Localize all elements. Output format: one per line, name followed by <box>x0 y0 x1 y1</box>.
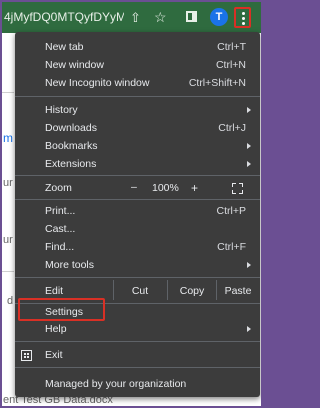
menu-item-find[interactable]: Find... Ctrl+F <box>15 238 260 256</box>
submenu-arrow-icon <box>247 143 251 149</box>
page-fragment: m <box>3 131 13 145</box>
menu-item-new-tab[interactable]: New tab Ctrl+T <box>15 38 260 56</box>
menu-item-more-tools[interactable]: More tools <box>15 256 260 274</box>
menu-item-new-incognito[interactable]: New Incognito window Ctrl+Shift+N <box>15 74 260 92</box>
menu-item-zoom: Zoom <box>45 182 72 194</box>
menu-item-new-window[interactable]: New window Ctrl+N <box>15 56 260 74</box>
menu-separator <box>15 199 260 200</box>
menu-item-print[interactable]: Print... Ctrl+P <box>15 202 260 220</box>
submenu-arrow-icon <box>247 262 251 268</box>
divider <box>2 92 14 93</box>
menu-item-managed[interactable]: Managed by your organization <box>15 375 260 393</box>
menu-separator <box>15 277 260 278</box>
zoom-out-button[interactable]: – <box>131 181 137 193</box>
menu-separator <box>15 96 260 97</box>
menu-item-cast[interactable]: Cast... <box>15 220 260 238</box>
settings-highlight-box <box>18 298 105 321</box>
address-bar-text[interactable]: 4jMyfDQ0MTQyfDYyM... <box>4 10 124 24</box>
browser-toolbar: 4jMyfDQ0MTQyfDYyM... ⇧ ☆ T <box>2 2 261 33</box>
copy-button[interactable]: Copy <box>169 282 215 300</box>
cut-button[interactable]: Cut <box>115 282 165 300</box>
submenu-arrow-icon <box>247 326 251 332</box>
menu-separator <box>15 341 260 342</box>
page-fragment: ur <box>3 177 13 189</box>
profile-avatar[interactable]: T <box>210 8 228 26</box>
menu-item-extensions[interactable]: Extensions <box>15 155 260 173</box>
divider <box>2 271 14 272</box>
building-icon <box>21 350 32 361</box>
fullscreen-icon[interactable] <box>232 183 243 194</box>
menu-item-help[interactable]: Help <box>15 320 260 338</box>
bookmark-star-icon[interactable]: ☆ <box>154 10 167 24</box>
zoom-level: 100% <box>152 182 179 194</box>
submenu-arrow-icon <box>247 161 251 167</box>
divider <box>216 280 217 300</box>
menu-item-exit[interactable]: Exit <box>15 346 260 364</box>
menu-item-downloads[interactable]: Downloads Ctrl+J <box>15 119 260 137</box>
submenu-arrow-icon <box>247 107 251 113</box>
divider <box>167 280 168 300</box>
paste-button[interactable]: Paste <box>218 282 258 300</box>
chrome-main-menu: New tab Ctrl+T New window Ctrl+N New Inc… <box>15 32 260 397</box>
browser-screen: 4jMyfDQ0MTQyfDYyM... ⇧ ☆ T m ur ur d ent… <box>2 2 261 406</box>
side-panel-icon[interactable] <box>186 11 197 22</box>
chrome-menu-button[interactable] <box>234 7 251 28</box>
menu-item-bookmarks[interactable]: Bookmarks <box>15 137 260 155</box>
zoom-in-button[interactable]: + <box>191 181 198 195</box>
menu-separator <box>15 367 260 368</box>
share-icon[interactable]: ⇧ <box>130 11 141 25</box>
page-fragment: d <box>7 295 14 307</box>
menu-item-history[interactable]: History <box>15 101 260 119</box>
menu-separator <box>15 175 260 176</box>
page-fragment: ur <box>3 234 13 246</box>
divider <box>113 280 114 300</box>
